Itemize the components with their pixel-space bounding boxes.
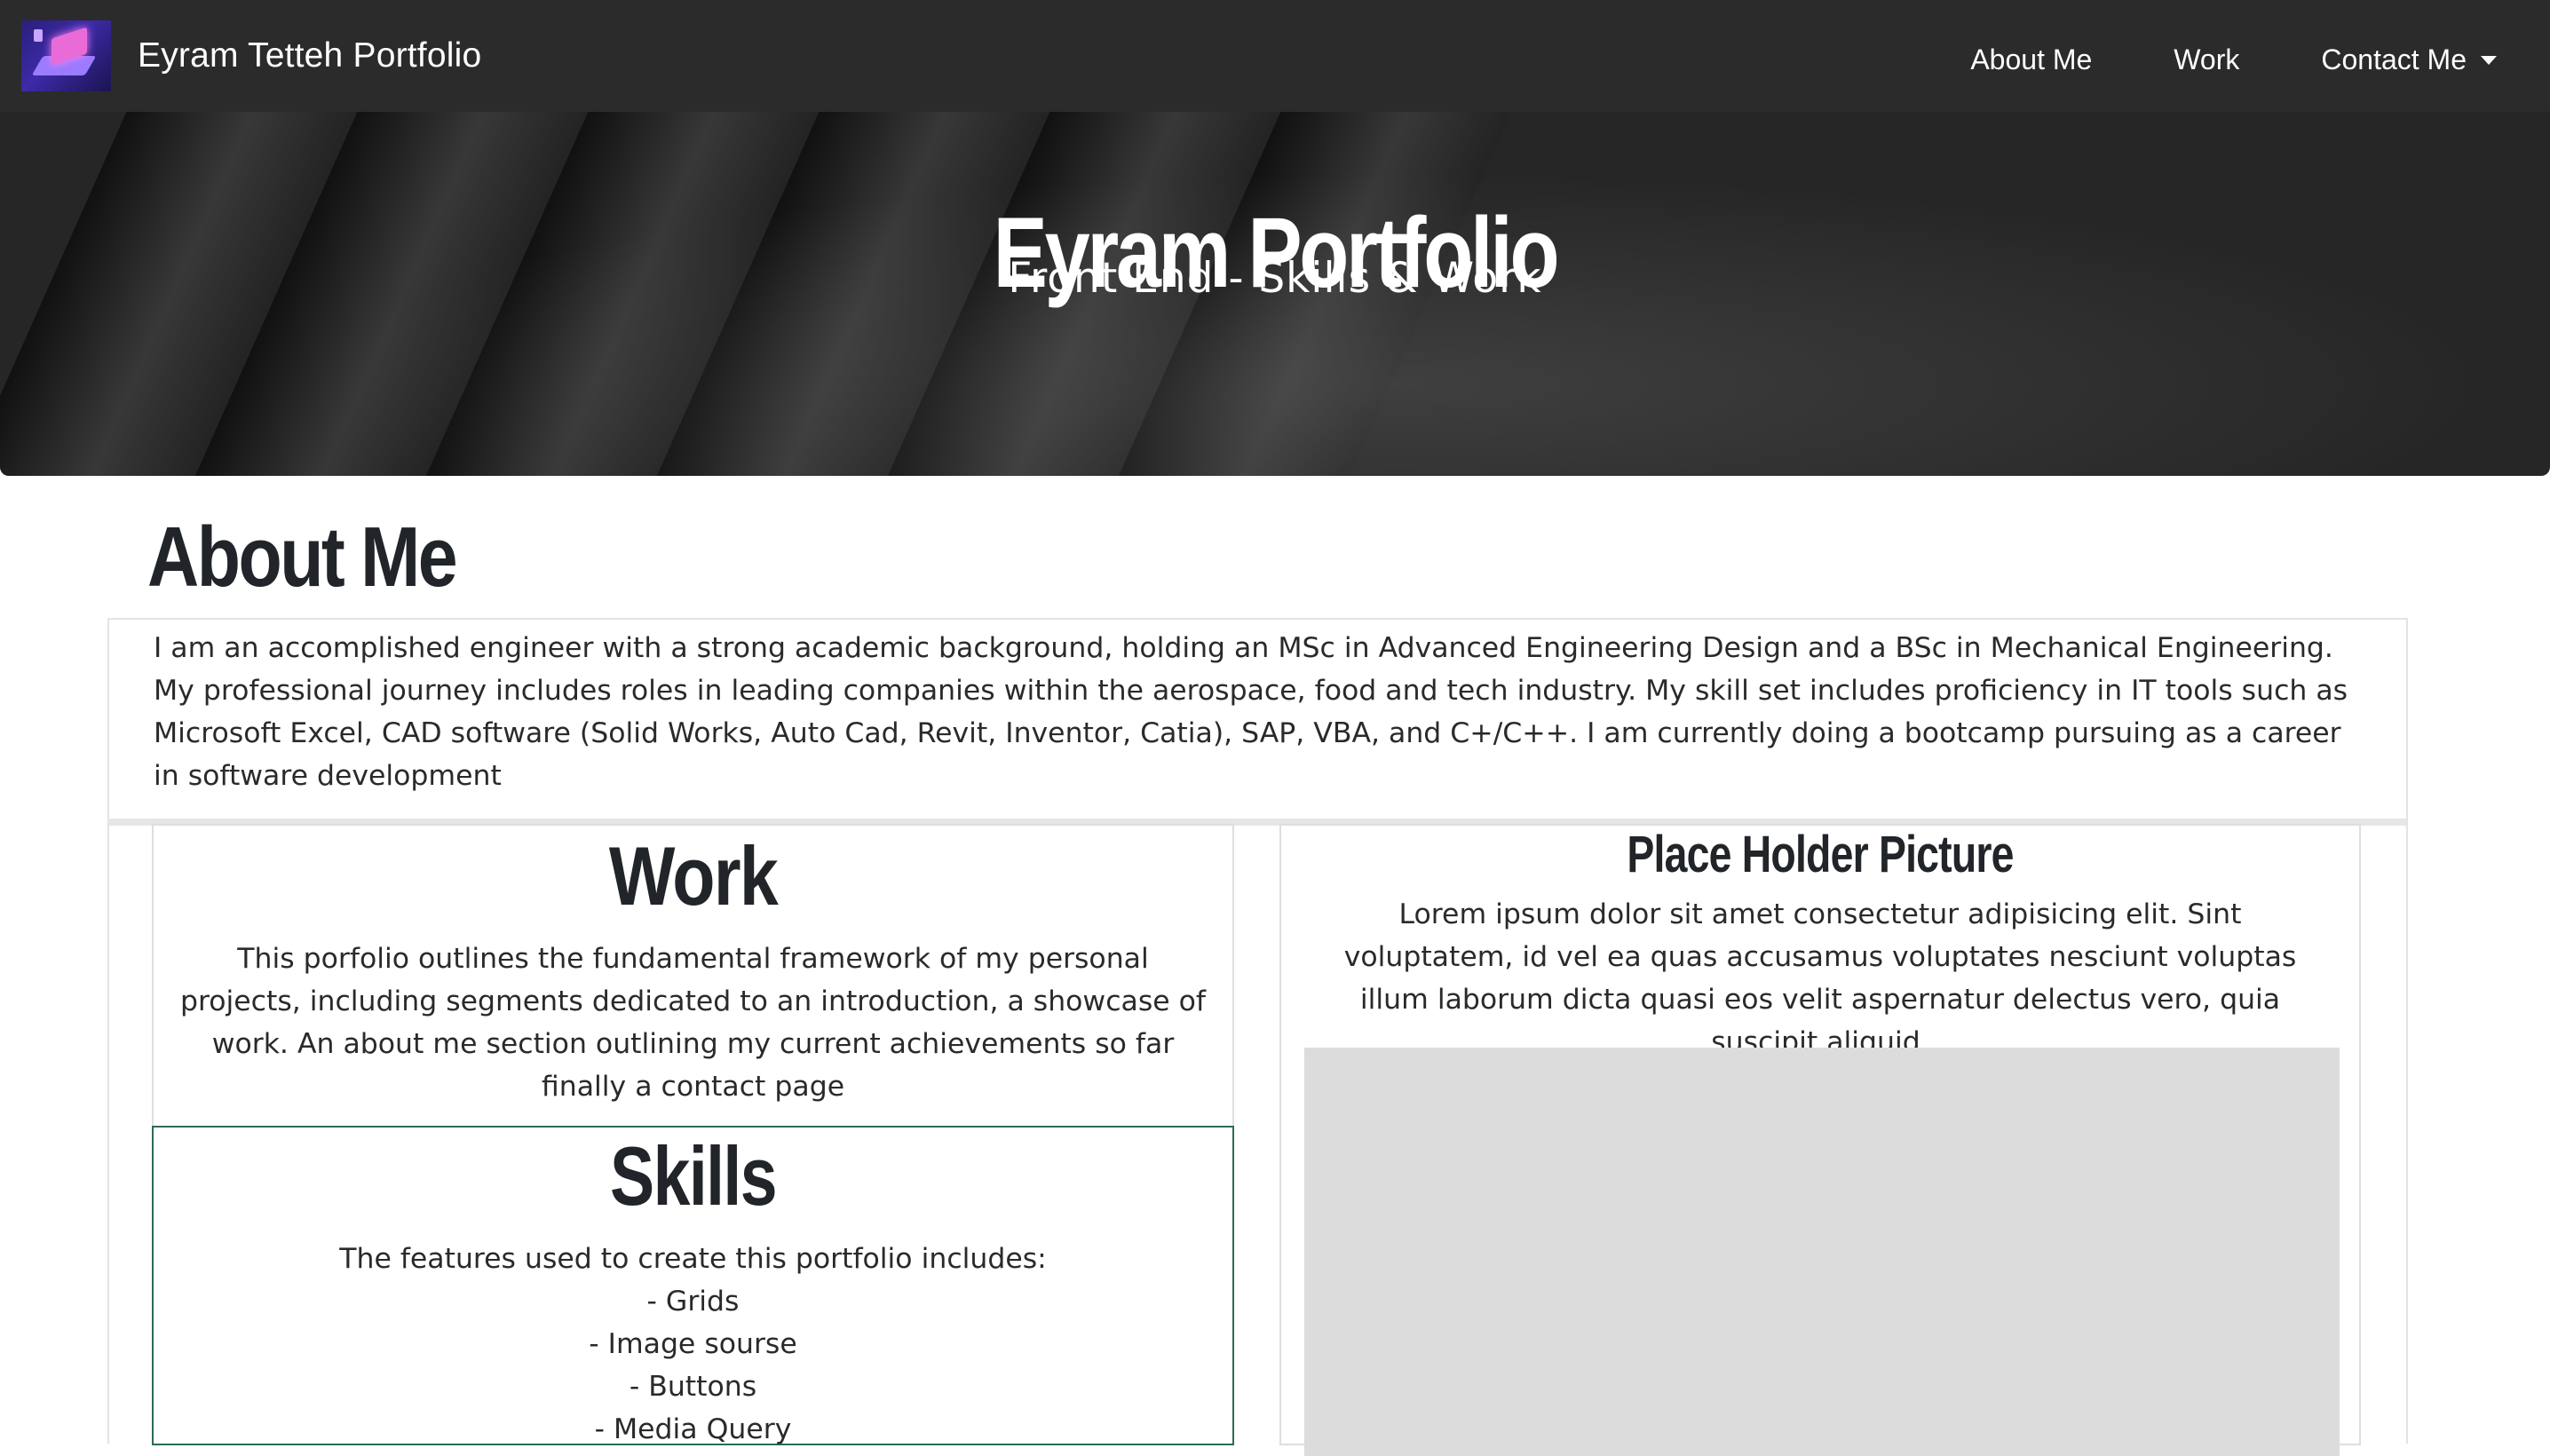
about-heading: About Me (147, 510, 458, 605)
hero-subtitle: Front End - Skills & Work (1008, 254, 1542, 303)
nav-dropdown-label: Contact Me (2321, 43, 2467, 75)
skills-list-item: - Media Query (594, 1413, 792, 1445)
about-section: I am an accomplished engineer with a str… (107, 618, 2408, 820)
skills-list-item: - Buttons (629, 1371, 757, 1403)
about-text: I am an accomplished engineer with a str… (154, 632, 2348, 792)
hero-banner: Eyram Portfolio Front End - Skills & Wor… (0, 112, 2550, 476)
skills-intro: The features used to create this portfol… (339, 1243, 1047, 1275)
navbar: Eyram Tetteh Portfolio About Me Work Con… (0, 0, 2550, 112)
nav-links: About Me Work Contact Me (1970, 0, 2497, 112)
skills-list: - Grids - Image sourse - Buttons - Media… (154, 1280, 1232, 1451)
picture-heading: Place Holder Picture (1627, 826, 2014, 883)
skills-heading: Skills (610, 1129, 777, 1223)
placeholder-picture-card: Place Holder Picture Lorem ipsum dolor s… (1279, 824, 2361, 1456)
brand-link[interactable]: Eyram Tetteh Portfolio (21, 20, 481, 91)
work-card: Work This porfolio outlines the fundamen… (152, 824, 1234, 1128)
work-heading: Work (608, 829, 779, 922)
placeholder-image (1304, 1048, 2340, 1456)
nav-link-about-me[interactable]: About Me (1970, 44, 2092, 76)
caret-down-icon (2481, 56, 2497, 65)
brand-title: Eyram Tetteh Portfolio (138, 36, 482, 75)
picture-text: Lorem ipsum dolor sit amet consectetur a… (1343, 898, 2297, 1058)
nav-dropdown-contact-me[interactable]: Contact Me (2321, 44, 2497, 76)
skills-list-item: - Grids (646, 1286, 740, 1318)
skills-list-item: - Image sourse (589, 1328, 797, 1360)
work-text: This porfolio outlines the fundamental f… (180, 943, 1206, 1103)
skills-card: Skills The features used to create this … (152, 1126, 1234, 1445)
nav-link-work[interactable]: Work (2174, 44, 2239, 76)
laptop-logo-icon (21, 20, 111, 91)
